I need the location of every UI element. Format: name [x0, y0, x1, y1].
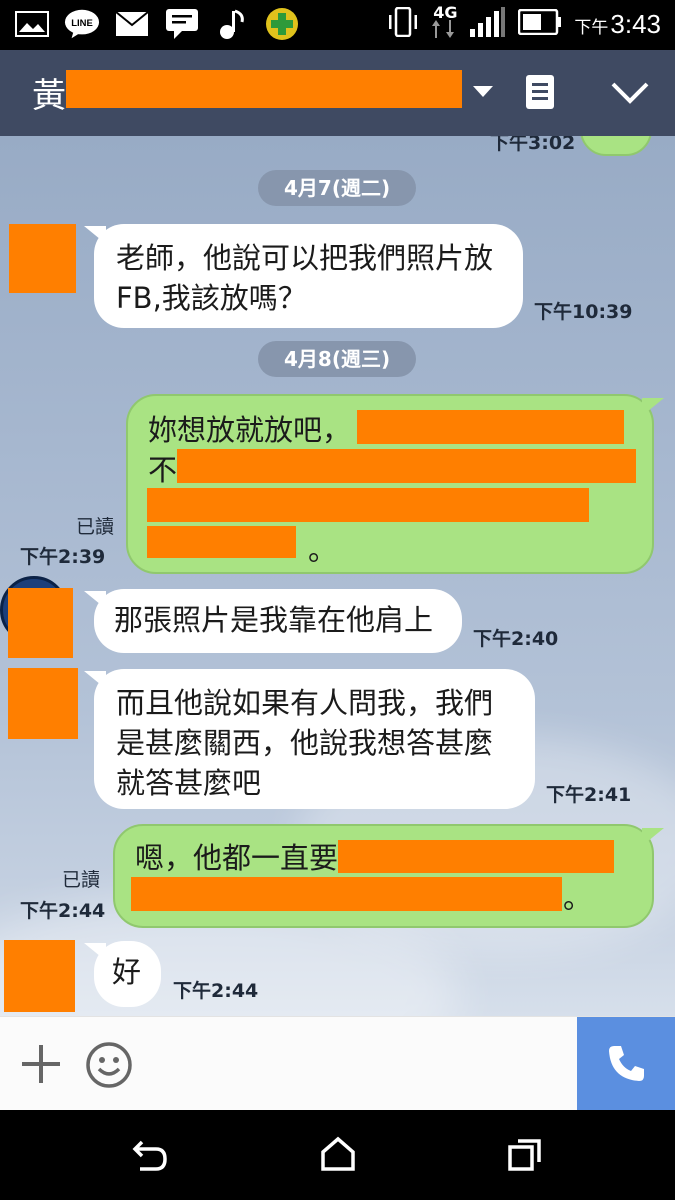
incoming-bubble[interactable]: 老師，他說可以把我們照片放 FB,我該放嗎？ — [94, 224, 523, 328]
message-time: 下午3:02 — [490, 136, 576, 154]
message-line: 就答甚麼吧 — [116, 766, 262, 800]
message-line: FB,我該放嗎？ — [116, 281, 307, 315]
bubble-tail — [642, 828, 664, 846]
vibrate-icon — [386, 6, 420, 41]
note-icon[interactable] — [525, 74, 555, 114]
avatar[interactable] — [8, 588, 73, 658]
incoming-bubble[interactable]: 那張照片是我靠在他肩上 — [94, 589, 462, 653]
avatar[interactable] — [8, 668, 78, 739]
system-nav-bar — [0, 1110, 675, 1200]
recents-icon[interactable] — [508, 1138, 542, 1176]
read-receipt: 已讀 — [76, 516, 115, 538]
caret-down-icon[interactable] — [473, 86, 493, 97]
phone-icon — [609, 1046, 644, 1081]
line-app-icon: LINE — [64, 8, 100, 40]
app-plus-icon — [264, 8, 300, 40]
read-receipt: 已讀 — [62, 869, 101, 891]
message-time: 下午2:44 — [20, 900, 106, 922]
call-button[interactable] — [577, 1017, 675, 1111]
line-label: LINE — [71, 18, 93, 29]
clock-time: 3:43 — [610, 8, 661, 39]
avatar[interactable] — [4, 940, 75, 1012]
date-separator: 4月7(週二) — [258, 170, 417, 206]
message-time: 下午2:41 — [546, 784, 632, 806]
redacted-contact-name — [66, 70, 462, 108]
message-time: 下午2:44 — [173, 980, 259, 1002]
redacted-text — [147, 526, 296, 558]
gallery-icon — [14, 8, 50, 40]
chat-header: 黃 — [0, 50, 675, 136]
bubble-tail — [642, 398, 664, 416]
date-separator: 4月8(週三) — [258, 341, 417, 377]
redacted-text — [338, 840, 614, 873]
clock-prefix: 下午 — [574, 17, 609, 37]
message-icon — [164, 8, 200, 40]
smiley-icon[interactable] — [85, 1041, 133, 1093]
network-type: 4G — [433, 3, 458, 22]
redacted-text — [177, 449, 636, 483]
message-line: 是甚麼關西，他說我想答甚麼 — [116, 726, 494, 760]
chevron-down-icon[interactable] — [610, 80, 650, 110]
incoming-bubble[interactable]: 好 — [94, 941, 161, 1007]
avatar[interactable] — [9, 224, 76, 293]
clock: 下午3:43 — [574, 9, 661, 40]
status-bar: LINE 4G 下午3:43 — [0, 0, 675, 50]
redacted-text — [147, 488, 589, 522]
mail-icon — [114, 8, 150, 40]
message-line: 好 — [112, 955, 142, 989]
contact-name[interactable]: 黃 — [32, 68, 66, 117]
message-time: 下午2:39 — [20, 546, 106, 568]
message-line: 而且他說如果有人問我，我們 — [116, 686, 494, 720]
chat-area[interactable]: 下午3:02 4月7(週二) 老師，他說可以把我們照片放 FB,我該放嗎？ 下午… — [0, 136, 675, 1016]
network-indicator: 4G — [432, 3, 458, 42]
home-icon[interactable] — [320, 1136, 356, 1176]
message-line: 那張照片是我靠在他肩上 — [114, 603, 434, 637]
back-icon[interactable] — [132, 1138, 168, 1176]
plus-icon[interactable] — [20, 1043, 62, 1089]
battery-icon — [518, 8, 562, 39]
input-bar — [0, 1016, 675, 1111]
music-icon — [214, 8, 250, 40]
outgoing-bubble-partial[interactable] — [580, 136, 652, 156]
message-time: 下午2:40 — [473, 628, 559, 650]
incoming-bubble[interactable]: 而且他說如果有人問我，我們 是甚麼關西，他說我想答甚麼 就答甚麼吧 — [94, 669, 535, 809]
signal-icon — [470, 7, 506, 41]
message-time: 下午10:39 — [534, 301, 633, 323]
message-line: 老師，他說可以把我們照片放 — [116, 241, 494, 275]
redacted-text — [131, 877, 562, 911]
notification-icons: LINE — [14, 8, 300, 40]
redacted-text — [357, 410, 624, 444]
